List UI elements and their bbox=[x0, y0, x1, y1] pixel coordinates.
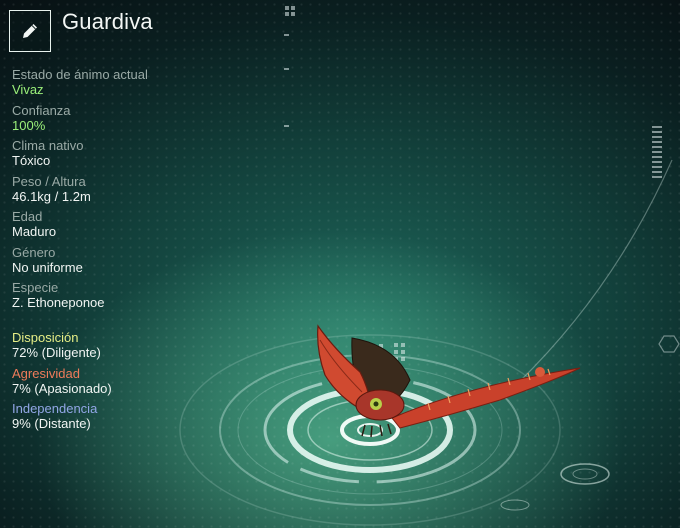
stat-label: Edad bbox=[12, 209, 43, 224]
creature-traits: Disposición 72% (Diligente) Agresividad … bbox=[12, 330, 112, 437]
creature-name: Guardiva bbox=[62, 9, 153, 34]
creature-stats: Estado de ánimo actual Vivaz Confianza 1… bbox=[12, 67, 148, 316]
stat-value: Tóxico bbox=[12, 153, 51, 168]
stat-trust: Confianza 100% bbox=[12, 103, 148, 139]
stat-label: Especie bbox=[12, 280, 59, 295]
pencil-icon bbox=[23, 24, 37, 38]
trait-aggression: Agresividad 7% (Apasionado) bbox=[12, 366, 112, 402]
stat-label: Género bbox=[12, 244, 56, 260]
trait-label: Independencia bbox=[12, 401, 98, 416]
trait-label: Agresividad bbox=[12, 365, 80, 381]
stat-mood: Estado de ánimo actual Vivaz bbox=[12, 67, 148, 103]
stat-value: No uniforme bbox=[12, 259, 83, 275]
stat-label: Peso / Altura bbox=[12, 173, 86, 189]
stat-gender: Género No uniforme bbox=[12, 245, 148, 281]
stat-value: Maduro bbox=[12, 224, 57, 239]
stat-value: Z. Ethoneponoe bbox=[12, 295, 105, 310]
stat-label: Confianza bbox=[12, 102, 71, 118]
stat-species: Especie Z. Ethoneponoe bbox=[12, 280, 148, 316]
stat-label: Clima nativo bbox=[12, 138, 84, 153]
stat-label: Estado de ánimo actual bbox=[12, 67, 148, 82]
trait-value: 9% (Distante) bbox=[12, 416, 91, 431]
stat-value: Vivaz bbox=[12, 82, 44, 97]
stat-weight-height: Peso / Altura 46.1kg / 1.2m bbox=[12, 174, 148, 210]
trait-independence: Independencia 9% (Distante) bbox=[12, 401, 112, 437]
stat-value: 100% bbox=[12, 117, 46, 133]
stat-climate: Clima nativo Tóxico bbox=[12, 138, 148, 174]
edit-name-button[interactable] bbox=[9, 10, 51, 52]
stat-age: Edad Maduro bbox=[12, 209, 148, 245]
stat-value: 46.1kg / 1.2m bbox=[12, 188, 91, 204]
trait-value: 72% (Diligente) bbox=[12, 345, 101, 360]
trait-disposition: Disposición 72% (Diligente) bbox=[12, 330, 112, 366]
trait-value: 7% (Apasionado) bbox=[12, 380, 112, 396]
trait-label: Disposición bbox=[12, 330, 79, 345]
